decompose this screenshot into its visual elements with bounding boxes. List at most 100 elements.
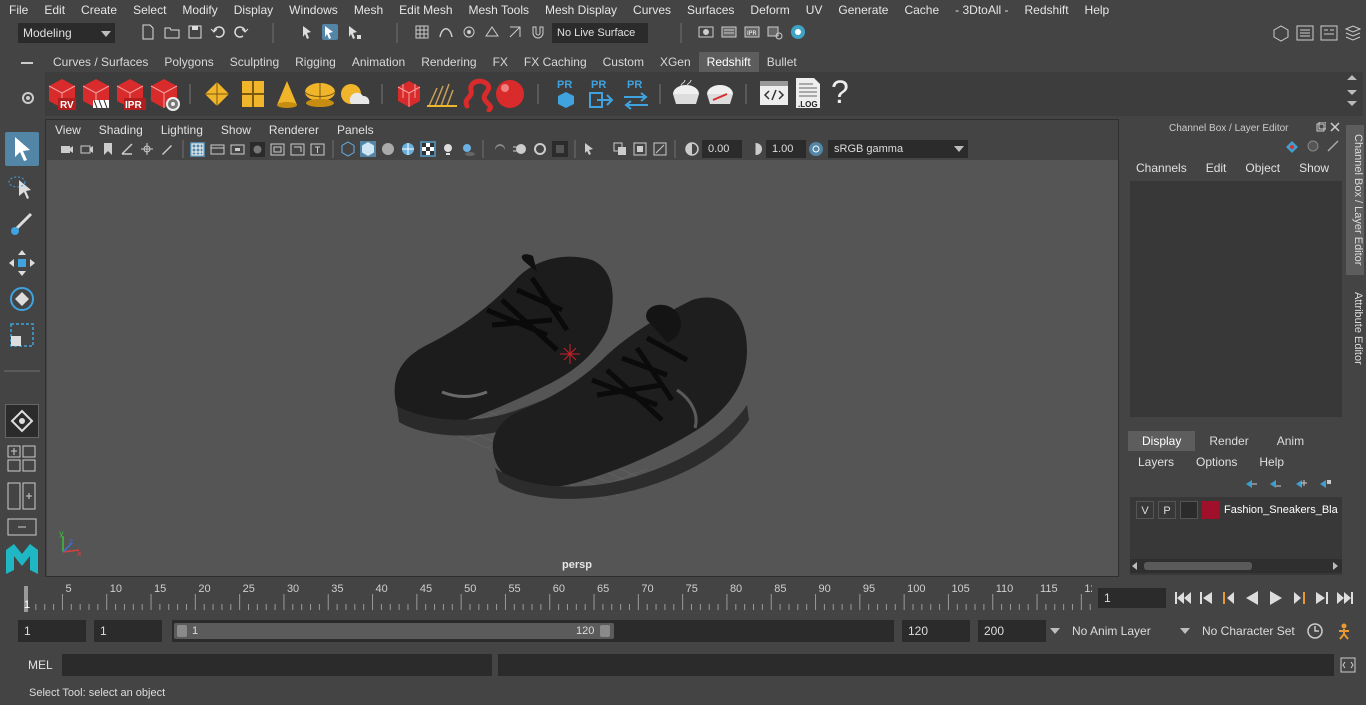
channel-box-menu-object[interactable]: Object [1233,161,1287,175]
screen-space-ao-icon[interactable] [492,141,508,157]
menu-curves[interactable]: Curves [624,3,678,17]
redshift-bake-set-icon[interactable] [703,78,737,110]
layer-display-type-toggle[interactable] [1180,501,1198,519]
redshift-sun-sky-icon[interactable] [337,78,371,110]
layer-tab-render[interactable]: Render [1195,431,1262,451]
wireframe-icon[interactable] [340,141,356,157]
redshift-dome-light-icon[interactable] [303,78,337,110]
redshift-curve-icon[interactable] [461,76,495,112]
snap-point-icon[interactable] [461,24,477,40]
image-plane-icon[interactable] [120,142,134,156]
two-d-pan-icon[interactable] [140,142,154,156]
bookmark-icon[interactable] [102,142,114,156]
layer-tab-anim[interactable]: Anim [1263,431,1318,451]
step-back-frame-icon[interactable] [1220,590,1236,606]
ipr-render-icon[interactable]: IPR [744,24,760,40]
panel-menu-panels[interactable]: Panels [328,120,383,140]
shelf-tab-polygons[interactable]: Polygons [156,52,221,72]
render-settings-icon[interactable] [767,24,783,40]
command-input[interactable] [62,654,492,676]
menu-windows[interactable]: Windows [280,3,345,17]
panel-menu-renderer[interactable]: Renderer [260,120,328,140]
select-component-icon[interactable] [346,24,362,40]
sneakers-model[interactable] [47,160,1118,576]
shelf-tab-rigging[interactable]: Rigging [287,52,344,72]
new-layer-icon[interactable] [1294,477,1308,491]
exposure-field[interactable]: 0.00 [702,140,742,158]
layer-tab-display[interactable]: Display [1128,431,1196,451]
range-slider[interactable]: 1 120 [172,620,894,642]
film-gate-icon[interactable] [210,142,225,157]
channel-box-menu-show[interactable]: Show [1287,161,1336,175]
open-scene-icon[interactable] [164,24,180,40]
redshift-render-view-icon[interactable]: RV [45,76,79,112]
isolate-select-icon[interactable] [582,141,598,157]
menu-surfaces[interactable]: Surfaces [678,3,741,17]
soft-select-button[interactable] [5,404,39,438]
range-start-knob[interactable] [177,625,187,637]
step-forward-frame-icon[interactable] [1292,590,1308,606]
new-scene-icon[interactable] [140,24,156,40]
hypershade-icon[interactable] [790,24,806,40]
channel-filter-icon[interactable] [1306,139,1320,153]
paint-select-tool-button[interactable] [5,208,39,242]
shelf-tab-custom[interactable]: Custom [595,52,652,72]
motion-blur-icon[interactable] [512,141,528,157]
layout-single-icon[interactable] [7,518,37,536]
step-forward-key-icon[interactable] [1314,590,1330,606]
grease-pencil-icon[interactable] [160,142,174,156]
snap-grid-icon[interactable] [414,24,430,40]
side-tab-attribute-editor[interactable]: Attribute Editor [1346,283,1364,373]
side-tab-channel-box[interactable]: Channel Box / Layer Editor [1346,125,1364,275]
scroll-right-icon[interactable] [1333,562,1338,570]
menu-cache[interactable]: Cache [895,3,946,17]
shelf-tab-fx-caching[interactable]: FX Caching [516,52,595,72]
menu-uv[interactable]: UV [797,3,830,17]
redshift-bake-icon[interactable] [669,78,703,110]
anti-aliasing-icon[interactable] [532,141,548,157]
layer-menu-options[interactable]: Options [1182,455,1245,469]
shelf-tab-rendering[interactable]: Rendering [413,52,484,72]
lasso-tool-button[interactable] [5,170,39,204]
channel-box-menu-edit[interactable]: Edit [1194,161,1234,175]
field-chart-icon[interactable] [270,142,285,157]
menu-select[interactable]: Select [124,3,173,17]
save-scene-icon[interactable] [187,24,203,40]
scene-end-field[interactable]: 200 [978,620,1046,642]
menu-modify[interactable]: Modify [173,3,224,17]
current-frame-field[interactable]: 1 [1098,588,1166,608]
scroll-left-icon[interactable] [1132,562,1137,570]
xray-active-icon[interactable] [632,141,648,157]
shelf-tab-redshift[interactable]: Redshift [698,52,759,72]
shelf-tab-sculpting[interactable]: Sculpting [222,52,287,72]
go-to-start-icon[interactable] [1174,590,1192,606]
menu-mesh-display[interactable]: Mesh Display [536,3,624,17]
range-slider-handle[interactable]: 1 120 [174,623,614,639]
shelf-tab-bullet[interactable]: Bullet [759,52,805,72]
gamma-icon[interactable] [748,141,764,157]
camera-select-icon[interactable] [60,142,74,156]
play-backwards-icon[interactable] [1244,590,1260,606]
time-slider[interactable]: 5 10 15 20 25 30 35 40 45 50 55 60 65 70 75 80 85 90 95 100… [18,580,1097,612]
select-hierarchy-icon[interactable] [300,24,316,40]
gate-mask-icon[interactable] [250,142,265,157]
mode-selector[interactable]: Modeling [18,23,115,43]
playback-start-field[interactable]: 1 [94,620,162,642]
redshift-render-settings-icon[interactable] [147,76,181,112]
render-view-icon[interactable] [698,24,714,40]
textured-icon[interactable] [420,141,436,157]
character-set-dropdown[interactable]: No Character Set [1196,620,1300,642]
redshift-help-icon[interactable]: ? [831,74,849,111]
move-layer-down-icon[interactable] [1268,477,1282,491]
grid-toggle-icon[interactable] [190,142,205,157]
tool-settings-icon[interactable] [1320,24,1338,42]
redshift-scripts-icon[interactable] [759,78,789,108]
layout-four-view-icon[interactable] [7,445,37,473]
redshift-volume-icon[interactable] [395,78,423,110]
layer-name[interactable]: Fashion_Sneakers_Black [1224,501,1338,519]
render-current-icon[interactable] [721,24,737,40]
live-surface-field[interactable]: No Live Surface [552,23,648,43]
channel-box-icon[interactable] [1344,24,1362,42]
snap-live-icon[interactable] [507,24,523,40]
menu-display[interactable]: Display [225,3,280,17]
